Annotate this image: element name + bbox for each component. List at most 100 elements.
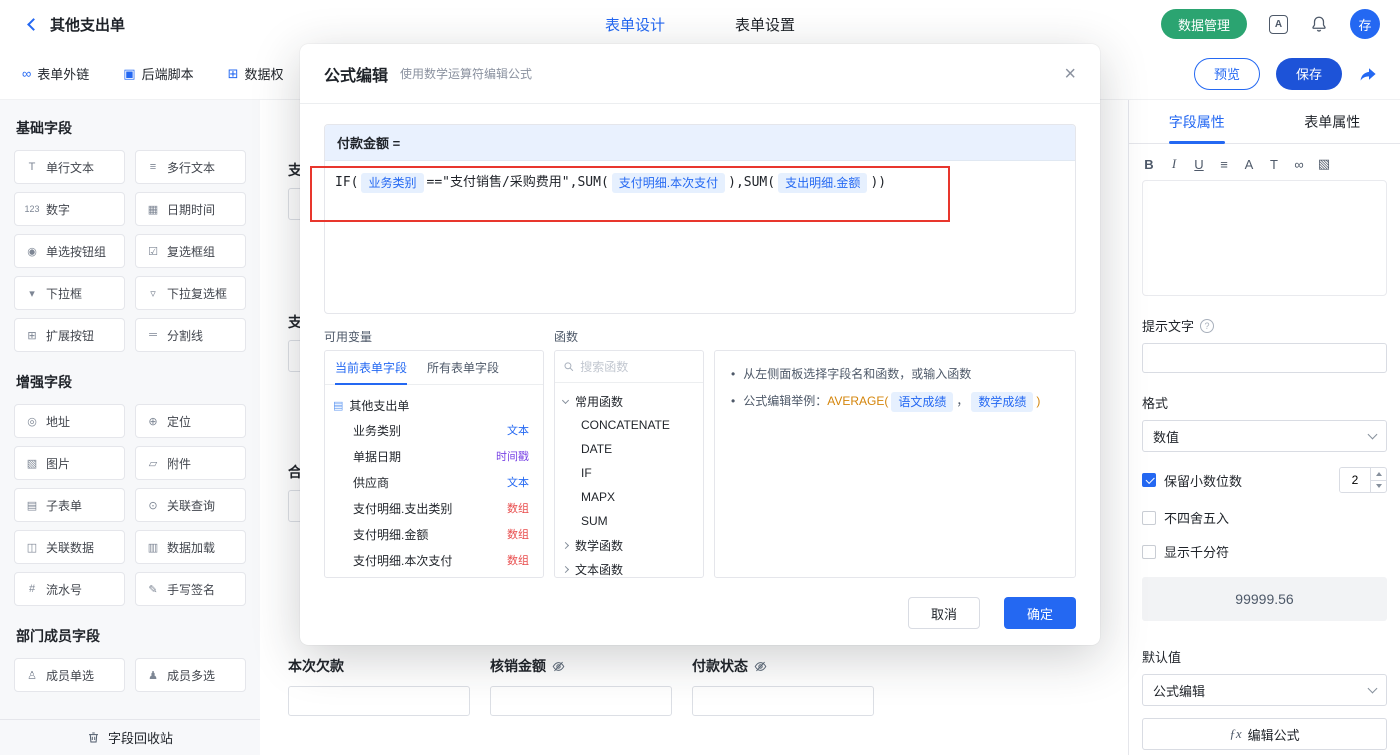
toolbar-item-data-permission[interactable]: ⊞ 数据权: [228, 64, 284, 83]
header-actions: 数据管理 A 存: [1160, 9, 1380, 39]
function-item[interactable]: DATE: [563, 437, 695, 461]
font-color-icon[interactable]: A: [1242, 157, 1256, 172]
preview-button[interactable]: 预览: [1194, 57, 1260, 90]
tab-field-properties[interactable]: 字段属性: [1129, 100, 1265, 143]
form-input[interactable]: [692, 686, 874, 716]
function-group-text[interactable]: 文本函数: [561, 557, 695, 577]
form-input[interactable]: [490, 686, 672, 716]
variable-item[interactable]: 业务类别 文本: [333, 417, 535, 443]
help-icon[interactable]: ?: [1200, 318, 1215, 333]
field-item-data-load[interactable]: ▥ 数据加载: [135, 530, 246, 564]
cancel-button[interactable]: 取消: [908, 597, 980, 629]
insert-image-icon[interactable]: ▧: [1317, 156, 1331, 172]
font-size-icon[interactable]: T: [1267, 157, 1281, 172]
tip-example-prefix: 公式编辑举例：: [743, 394, 828, 408]
share-icon[interactable]: [1358, 64, 1378, 84]
close-icon[interactable]: ×: [1064, 64, 1076, 84]
field-item-extend-button[interactable]: ⊞ 扩展按钮: [14, 318, 125, 352]
stepper-down-button[interactable]: [1371, 479, 1386, 493]
field-token[interactable]: 业务类别: [361, 172, 424, 193]
function-search-input[interactable]: [580, 359, 695, 374]
tab-form-design[interactable]: 表单设计: [605, 14, 665, 35]
field-item-number[interactable]: 123 数字: [14, 192, 125, 226]
field-item-serial-number[interactable]: # 流水号: [14, 572, 125, 606]
field-item-date-time[interactable]: ▦ 日期时间: [135, 192, 246, 226]
no-rounding-row: 不四舍五入: [1142, 508, 1387, 527]
tree-root[interactable]: ▤ 其他支出单: [333, 393, 535, 417]
field-item-dropdown-multi[interactable]: ▿ 下拉复选框: [135, 276, 246, 310]
stepper-up-button[interactable]: [1371, 468, 1386, 480]
function-item[interactable]: SUM: [563, 509, 695, 533]
field-item-attachment[interactable]: ▱ 附件: [135, 446, 246, 480]
field-item-signature[interactable]: ✎ 手写签名: [135, 572, 246, 606]
field-item-related-data[interactable]: ◫ 关联数据: [14, 530, 125, 564]
variable-item[interactable]: 支付明细.支出类别 数组: [333, 495, 535, 521]
field-item-checkbox-group[interactable]: ☑ 复选框组: [135, 234, 246, 268]
hint-text-input[interactable]: [1142, 343, 1387, 373]
save-button[interactable]: 保存: [1276, 57, 1342, 90]
decimal-places-input[interactable]: [1340, 468, 1370, 492]
field-item-location[interactable]: ⊕ 定位: [135, 404, 246, 438]
field-item-image[interactable]: ▧ 图片: [14, 446, 125, 480]
variable-item[interactable]: 支付明细.金额 数组: [333, 521, 535, 547]
edit-formula-button[interactable]: ƒx 编辑公式: [1142, 718, 1387, 750]
data-manage-button[interactable]: 数据管理: [1160, 9, 1247, 39]
tip-text-content: 从左侧面板选择字段名和函数，或输入函数: [743, 367, 972, 381]
form-field-current-arrears: 本次欠款: [288, 656, 470, 716]
example-function-close: ): [1036, 394, 1041, 408]
function-group-math[interactable]: 数学函数: [561, 533, 695, 557]
variable-item[interactable]: 供应商 文本: [333, 469, 535, 495]
toolbar-item-form-external-link[interactable]: ∞ 表单外链: [22, 64, 89, 83]
default-value-select[interactable]: 公式编辑: [1142, 674, 1387, 706]
field-item-dropdown[interactable]: ▾ 下拉框: [14, 276, 125, 310]
toolbar-item-backend-script[interactable]: ▣ 后端脚本: [123, 64, 193, 83]
function-item[interactable]: CONCATENATE: [563, 413, 695, 437]
variables-tabs: 当前表单字段 所有表单字段: [325, 351, 543, 385]
tab-form-properties[interactable]: 表单属性: [1265, 100, 1400, 143]
field-item-related-query[interactable]: ⊙ 关联查询: [135, 488, 246, 522]
italic-icon[interactable]: I: [1167, 156, 1181, 172]
confirm-button[interactable]: 确定: [1004, 597, 1076, 629]
thousand-separator-checkbox[interactable]: [1142, 544, 1156, 559]
formula-input-area[interactable]: IF(业务类别 =="支付销售/采购费用",SUM(支付明细.本次支付),SUM(…: [325, 161, 1075, 313]
align-icon[interactable]: ≡: [1217, 157, 1231, 172]
back-icon[interactable]: [20, 13, 42, 35]
tab-current-form-fields[interactable]: 当前表单字段: [325, 351, 417, 385]
no-rounding-checkbox[interactable]: [1142, 510, 1156, 525]
bold-icon[interactable]: B: [1142, 157, 1156, 172]
tips-panel: 从左侧面板选择字段名和函数，或输入函数 公式编辑举例：AVERAGE(语文成绩，…: [714, 350, 1076, 578]
field-item-address[interactable]: ◎ 地址: [14, 404, 125, 438]
field-item-subform[interactable]: ▤ 子表单: [14, 488, 125, 522]
insert-link-icon[interactable]: ∞: [1292, 157, 1306, 172]
field-item-label: 日期时间: [167, 202, 216, 217]
field-token[interactable]: 支出明细.金额: [778, 172, 868, 193]
form-input[interactable]: [288, 686, 470, 716]
apps-icon[interactable]: A: [1269, 14, 1288, 34]
function-item[interactable]: IF: [563, 461, 695, 485]
field-item-member-single[interactable]: ♙ 成员单选: [14, 658, 125, 692]
field-item-single-line-text[interactable]: T 单行文本: [14, 150, 125, 184]
variable-item[interactable]: 单据日期 时间戳: [333, 443, 535, 469]
field-token[interactable]: 支付明细.本次支付: [611, 172, 726, 193]
field-item-radio-group[interactable]: ◉ 单选按钮组: [14, 234, 125, 268]
field-item-member-multi[interactable]: ♟ 成员多选: [135, 658, 246, 692]
function-group-common[interactable]: 常用函数: [561, 389, 695, 413]
tab-all-form-fields[interactable]: 所有表单字段: [417, 351, 509, 384]
variable-item[interactable]: 支付明细.本次支付 数组: [333, 547, 535, 573]
form-field-label: 核销金额: [490, 658, 546, 674]
function-item[interactable]: MAPX: [563, 485, 695, 509]
field-item-divider[interactable]: ═ 分割线: [135, 318, 246, 352]
tab-form-settings[interactable]: 表单设置: [735, 14, 795, 35]
format-select[interactable]: 数值: [1142, 420, 1387, 452]
bell-icon[interactable]: [1310, 15, 1328, 33]
decimal-places-checkbox[interactable]: [1142, 473, 1156, 487]
field-recycle-bin[interactable]: 字段回收站: [0, 719, 260, 755]
fx-icon: ƒx: [1229, 726, 1242, 741]
avatar[interactable]: 存: [1350, 9, 1380, 39]
underline-icon[interactable]: U: [1192, 157, 1206, 172]
description-editor[interactable]: [1142, 180, 1387, 296]
toolbar-item-label: 表单外链: [37, 67, 90, 82]
field-item-label: 下拉复选框: [167, 286, 228, 301]
field-item-label: 关联查询: [167, 498, 216, 513]
field-item-multi-line-text[interactable]: ≡ 多行文本: [135, 150, 246, 184]
